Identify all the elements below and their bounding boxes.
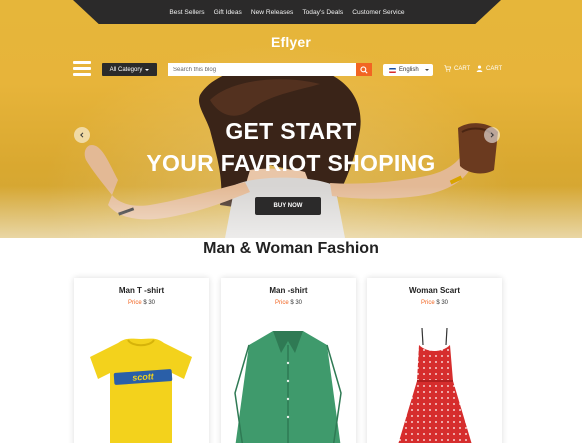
product-price: Price $ 30 bbox=[74, 300, 209, 306]
product-name: Man T -shirt bbox=[118, 286, 165, 295]
search-icon bbox=[360, 65, 368, 74]
nav-link-gift-ideas[interactable]: Gift Ideas bbox=[214, 9, 242, 16]
nav-link-best-sellers[interactable]: Best Sellers bbox=[169, 9, 204, 16]
caret-down-icon bbox=[424, 69, 429, 71]
nav-link-todays-deals[interactable]: Today's Deals bbox=[302, 9, 343, 16]
cart-icon bbox=[444, 65, 451, 72]
cart-link[interactable]: CART bbox=[444, 65, 470, 72]
flag-icon bbox=[389, 67, 396, 73]
product-card[interactable]: Man -shirt Price $ 30 bbox=[221, 278, 356, 443]
language-label: English bbox=[399, 67, 419, 73]
language-selector[interactable]: English bbox=[383, 64, 433, 76]
hero-heading-line1: GET START bbox=[225, 118, 357, 144]
product-image-tshirt: scott bbox=[90, 338, 192, 443]
price-label: Price bbox=[274, 300, 289, 306]
caret-down-icon bbox=[145, 68, 150, 71]
search-input[interactable] bbox=[168, 63, 356, 76]
price-label: Price bbox=[127, 300, 142, 306]
category-label: All Category bbox=[109, 66, 143, 73]
logo[interactable]: Eflyer bbox=[0, 34, 582, 50]
price-value: $ 30 bbox=[290, 300, 303, 306]
hamburger-menu-icon[interactable] bbox=[73, 61, 91, 76]
product-name: Woman Scart bbox=[409, 286, 460, 295]
price-value: $ 30 bbox=[436, 300, 449, 306]
product-card[interactable]: Man T -shirt Price $ 30 scott bbox=[74, 278, 209, 443]
cart-label: CART bbox=[454, 65, 471, 72]
hero-banner: Best Sellers Gift Ideas New Releases Tod… bbox=[0, 0, 582, 238]
buy-now-button[interactable]: BUY NOW bbox=[255, 197, 321, 215]
hero-heading-line2: YOUR FAVRIOT SHOPING bbox=[146, 150, 436, 176]
user-icon bbox=[476, 65, 483, 72]
top-nav: Best Sellers Gift Ideas New Releases Tod… bbox=[73, 0, 501, 24]
account-label: CART bbox=[486, 65, 503, 72]
product-image-shirt bbox=[234, 331, 342, 443]
account-link[interactable]: CART bbox=[476, 65, 502, 72]
price-value: $ 30 bbox=[143, 300, 156, 306]
category-dropdown[interactable]: All Category bbox=[102, 63, 157, 76]
product-price: Price $ 30 bbox=[367, 300, 502, 306]
product-price: Price $ 30 bbox=[221, 300, 356, 306]
tshirt-print-text: scott bbox=[132, 371, 155, 383]
price-label: Price bbox=[420, 300, 435, 306]
product-image-dress bbox=[398, 327, 472, 443]
page: Best Sellers Gift Ideas New Releases Tod… bbox=[0, 0, 582, 443]
product-card[interactable]: Woman Scart Price $ 30 bbox=[367, 278, 502, 443]
product-name: Man -shirt bbox=[269, 286, 308, 295]
search-button[interactable] bbox=[356, 63, 372, 76]
nav-link-customer-service[interactable]: Customer Service bbox=[352, 9, 404, 16]
nav-link-new-releases[interactable]: New Releases bbox=[251, 9, 294, 16]
section-title: Man & Woman Fashion bbox=[203, 240, 379, 257]
